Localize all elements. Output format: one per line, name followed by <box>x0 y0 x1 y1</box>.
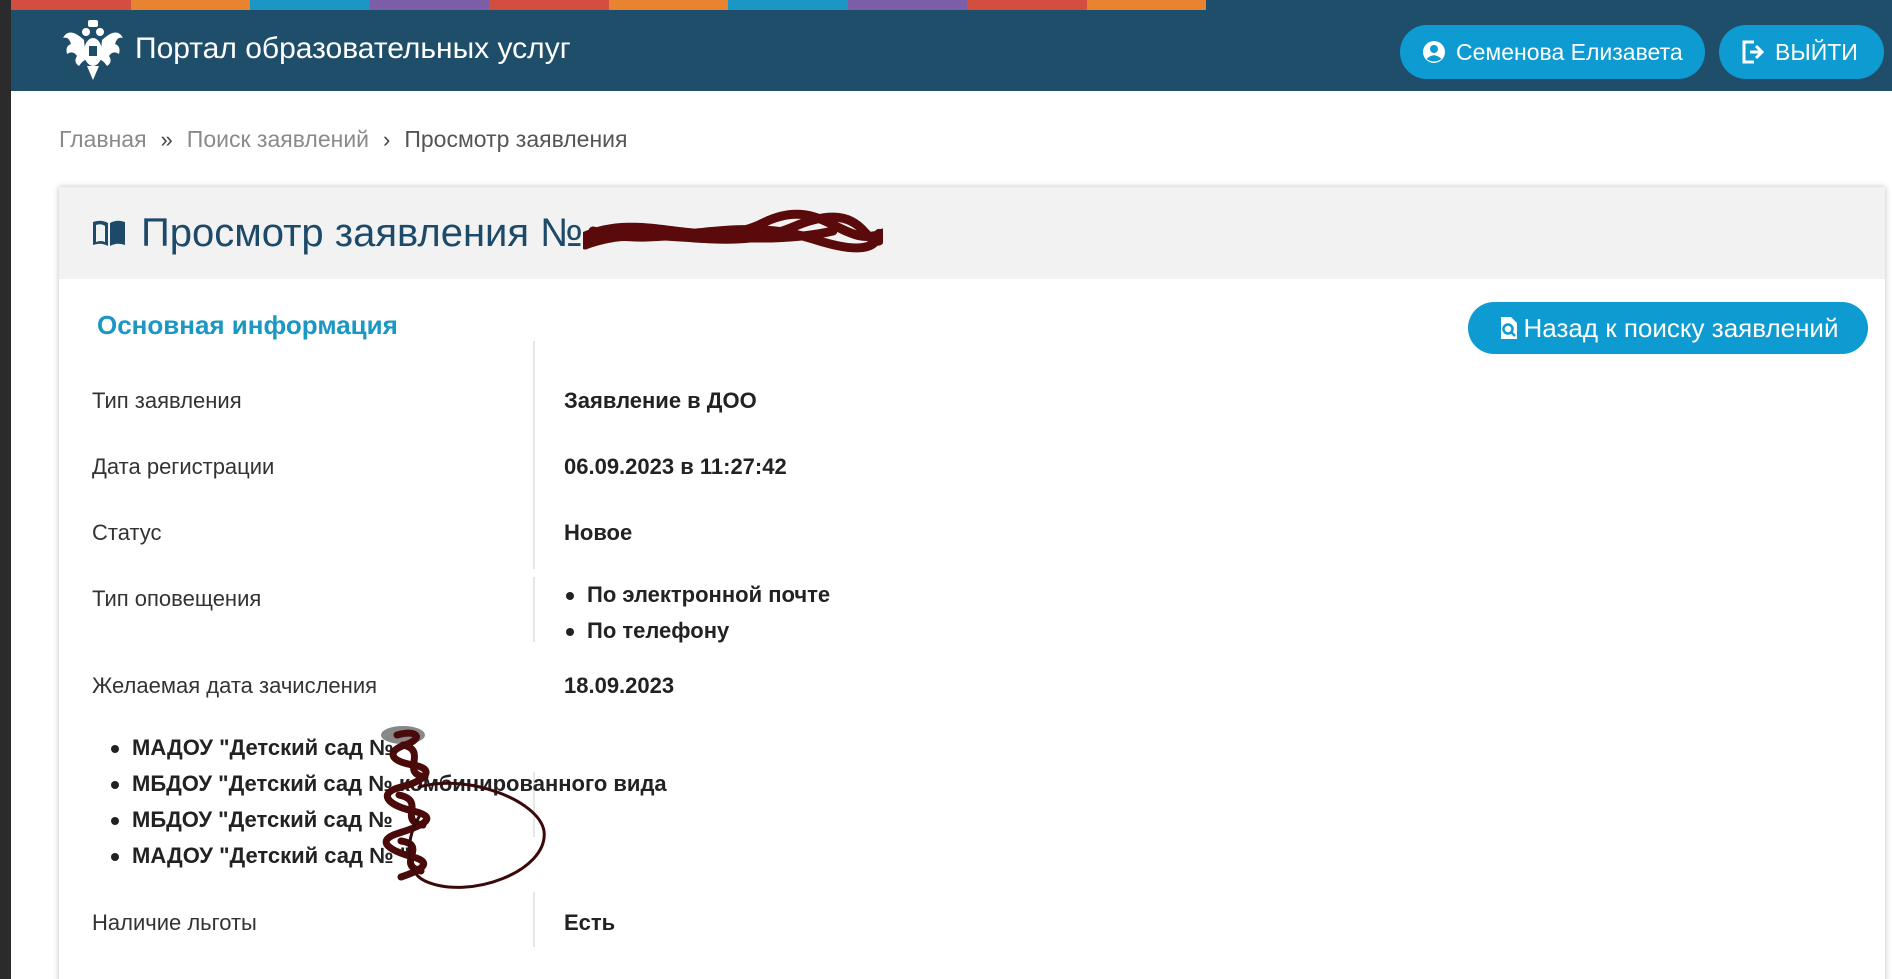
page: Портал образовательных услуг Семенова Ел… <box>11 0 1892 979</box>
stripe-segment <box>1086 0 1206 10</box>
coat-of-arms-icon <box>63 20 123 80</box>
color-stripe <box>11 0 1206 10</box>
stripe-segment <box>967 0 1087 10</box>
logout-label: ВЫЙТИ <box>1775 38 1858 65</box>
notification-list: По электронной почте По телефону <box>564 577 830 649</box>
value-status: Новое <box>564 520 633 545</box>
user-profile-button[interactable]: Семенова Елизавета <box>1400 25 1705 79</box>
logout-button[interactable]: ВЫЙТИ <box>1719 25 1884 79</box>
breadcrumb-home[interactable]: Главная <box>59 126 147 153</box>
page-title: Просмотр заявления № <box>141 210 584 255</box>
value-desired-enrollment-date: 18.09.2023 <box>564 673 675 698</box>
top-navbar: Портал образовательных услуг Семенова Ел… <box>11 0 1892 91</box>
breadcrumb: Главная » Поиск заявлений › Просмотр зая… <box>59 126 627 153</box>
breadcrumb-search[interactable]: Поиск заявлений <box>187 126 369 153</box>
portal-brand[interactable]: Портал образовательных услуг <box>59 16 571 82</box>
stripe-segment <box>369 0 489 10</box>
stripe-segment <box>608 0 728 10</box>
portal-title: Портал образовательных услуг <box>135 32 571 65</box>
search-document-icon <box>1500 317 1517 339</box>
stripe-segment <box>130 0 250 10</box>
label-registration-date: Дата регистрации <box>92 454 275 479</box>
list-item: По телефону <box>564 613 830 649</box>
value-benefit: Есть <box>564 910 616 935</box>
application-card: Просмотр заявления № Основная информация… <box>59 187 1885 979</box>
card-header: Просмотр заявления № <box>59 187 1885 279</box>
redaction-scribble <box>381 726 546 889</box>
value-registration-date: 06.09.2023 в 11:27:42 <box>564 454 787 479</box>
stripe-segment <box>847 0 967 10</box>
label-desired-enrollment-date: Желаемая дата зачисления <box>92 673 378 698</box>
value-notification-type: По электронной почте По телефону <box>564 577 830 649</box>
column-divider <box>533 892 535 947</box>
column-divider <box>533 341 535 569</box>
back-button-label: Назад к поиску заявлений <box>1523 312 1839 343</box>
list-item: По электронной почте <box>564 577 830 613</box>
redaction-scribble <box>583 209 883 253</box>
label-benefit: Наличие льготы <box>92 910 257 935</box>
logout-icon <box>1742 40 1765 64</box>
label-application-type: Тип заявления <box>92 388 242 413</box>
breadcrumb-current: Просмотр заявления <box>404 126 628 152</box>
column-divider <box>533 577 535 642</box>
user-circle-icon <box>1423 41 1445 63</box>
section-title-main-info: Основная информация <box>97 310 398 340</box>
label-status: Статус <box>92 520 162 545</box>
open-book-icon <box>93 220 125 246</box>
stripe-segment <box>250 0 370 10</box>
back-to-search-button[interactable]: Назад к поиску заявлений <box>1468 302 1868 354</box>
value-application-type: Заявление в ДОО <box>564 388 757 413</box>
breadcrumb-double-chevron-icon: » <box>160 126 173 152</box>
stripe-segment <box>489 0 609 10</box>
label-notification-type: Тип оповещения <box>92 586 262 611</box>
user-name: Семенова Елизавета <box>1456 38 1683 65</box>
stripe-segment <box>11 0 131 10</box>
breadcrumb-chevron-icon: › <box>383 126 391 152</box>
stripe-segment <box>728 0 848 10</box>
